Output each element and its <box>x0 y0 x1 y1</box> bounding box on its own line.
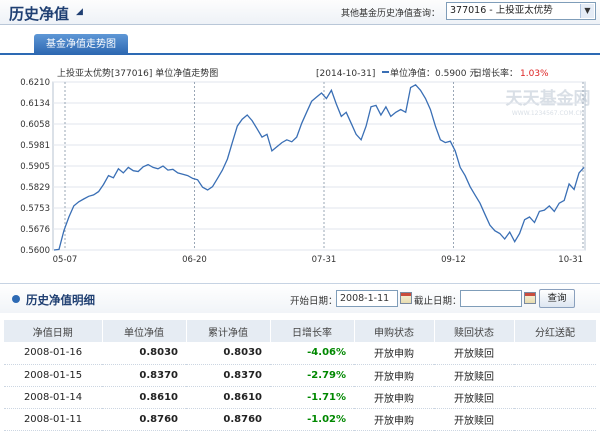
x-axis-ticks: 05-07 06-20 07-31 09-12 10-31 <box>53 255 583 265</box>
watermark-text: 天天基金网 <box>506 88 591 109</box>
y-tick-label: 0.5753 <box>20 204 50 214</box>
cell-dividend <box>514 342 596 365</box>
chart-info-growth-value: 1.03% <box>520 69 549 79</box>
y-tick-label: 0.5600 <box>20 246 50 256</box>
cell-date: 2008-01-16 <box>4 342 102 365</box>
col-header-date: 净值日期 <box>4 320 103 342</box>
col-header-nav: 单位净值 <box>102 320 187 342</box>
cell-growth: -1.71% <box>270 386 354 409</box>
dropdown-arrow-icon[interactable]: ▼ <box>580 4 594 18</box>
nav-history-table: 净值日期 单位净值 累计净值 日增长率 申购状态 赎回状态 分红送配 2008-… <box>4 320 597 431</box>
table-row: 2008-01-11 0.8760 0.8760 -1.02% 开放申购 开放赎… <box>4 408 596 431</box>
cell-dividend <box>514 364 596 387</box>
cell-redeem-status: 开放赎回 <box>434 364 514 387</box>
col-header-redeem-status: 赎回状态 <box>434 320 515 342</box>
chart-info-nav: 单位净值：0.5900 元 <box>390 67 478 79</box>
history-header: 历史净值明细 开始日期： 2008-1-11 截止日期： 查询 <box>0 283 600 313</box>
cell-nav: 0.8030 <box>102 342 186 365</box>
start-date-input[interactable]: 2008-1-11 <box>336 290 398 307</box>
chart-title: 上投亚太优势[377016] 单位净值走势图 <box>57 67 218 79</box>
calendar-icon[interactable] <box>400 292 412 304</box>
end-date-label: 截止日期： <box>414 296 462 307</box>
cell-acc-nav: 0.8760 <box>186 408 270 431</box>
cell-buy-status: 开放申购 <box>354 408 434 431</box>
cell-redeem-status: 开放赎回 <box>434 386 514 409</box>
y-axis-ticks: 0.6210 0.6134 0.6058 0.5981 0.5905 0.5829 0.57… <box>20 78 50 256</box>
cell-dividend <box>514 386 596 409</box>
cell-acc-nav: 0.8370 <box>186 364 270 387</box>
page-title: 历史净值 <box>9 5 70 23</box>
nav-trend-chart: 天天基金网 WWW.1234567.COM.CN 0.6210 0.6134 0.6… <box>0 57 600 272</box>
col-header-buy-status: 申购状态 <box>354 320 435 342</box>
col-header-acc-nav: 累计净值 <box>186 320 271 342</box>
cell-nav: 0.8760 <box>102 408 186 431</box>
cell-acc-nav: 0.8610 <box>186 386 270 409</box>
cell-date: 2008-01-14 <box>4 386 102 409</box>
y-tick-label: 0.6058 <box>20 120 50 130</box>
bullet-icon <box>12 295 20 303</box>
y-tick-label: 0.6134 <box>20 99 50 109</box>
chart-svg: 天天基金网 WWW.1234567.COM.CN 0.62100.61340.6… <box>20 67 591 265</box>
watermark-subtext: WWW.1234567.COM.CN <box>512 110 584 117</box>
y-tick-label: 0.5905 <box>20 162 50 172</box>
cell-nav: 0.8610 <box>102 386 186 409</box>
cell-growth: -4.06% <box>270 342 354 365</box>
table-row: 2008-01-16 0.8030 0.8030 -4.06% 开放申购 开放赎… <box>4 342 596 365</box>
cell-redeem-status: 开放赎回 <box>434 342 514 365</box>
top-header: 历史净值 ◢ 其他基金历史净值查询： 377016 - 上投亚太优势 ▼ <box>0 0 600 25</box>
cell-buy-status: 开放申购 <box>354 364 434 387</box>
tab-nav-chart[interactable]: 基金净值走势图 <box>34 34 128 55</box>
y-tick-label: 0.6210 <box>20 78 50 88</box>
fund-select[interactable]: 377016 - 上投亚太优势 ▼ <box>446 2 596 20</box>
cell-growth: -1.02% <box>270 408 354 431</box>
query-button[interactable]: 查询 <box>539 289 575 308</box>
table-header-row: 净值日期 单位净值 累计净值 日增长率 申购状态 赎回状态 分红送配 <box>4 320 597 342</box>
x-tick-label: 10-31 <box>558 255 583 265</box>
x-tick-label: 09-12 <box>441 255 466 265</box>
y-tick-label: 0.5676 <box>20 225 50 235</box>
cell-nav: 0.8370 <box>102 364 186 387</box>
table-row: 2008-01-14 0.8610 0.8610 -1.71% 开放申购 开放赎… <box>4 386 596 409</box>
chevron-down-icon[interactable]: ◢ <box>76 7 83 17</box>
cell-date: 2008-01-15 <box>4 364 102 387</box>
table-row: 2008-01-15 0.8370 0.8370 -2.79% 开放申购 开放赎… <box>4 364 596 387</box>
fund-nav-page: 历史净值 ◢ 其他基金历史净值查询： 377016 - 上投亚太优势 ▼ 基金净… <box>0 0 600 436</box>
cell-growth: -2.79% <box>270 364 354 387</box>
calendar-icon[interactable] <box>524 292 536 304</box>
y-tick-label: 0.5829 <box>20 183 50 193</box>
tab-bar: 基金净值走势图 <box>0 33 600 55</box>
col-header-dividend: 分红送配 <box>514 320 597 342</box>
cell-acc-nav: 0.8030 <box>186 342 270 365</box>
end-date-input[interactable] <box>460 290 522 307</box>
x-tick-label: 06-20 <box>182 255 207 265</box>
cell-redeem-status: 开放赎回 <box>434 408 514 431</box>
y-tick-label: 0.5981 <box>20 141 50 151</box>
history-title: 历史净值明细 <box>26 293 95 307</box>
cell-dividend <box>514 408 596 431</box>
fund-select-value: 377016 - 上投亚太优势 <box>450 5 553 16</box>
cell-buy-status: 开放申购 <box>354 342 434 365</box>
x-tick-label: 07-31 <box>312 255 337 265</box>
nav-series-line <box>53 83 585 251</box>
x-tick-label: 05-07 <box>53 255 78 265</box>
cell-date: 2008-01-11 <box>4 408 102 431</box>
start-date-label: 开始日期： <box>290 296 338 307</box>
other-fund-label: 其他基金历史净值查询： <box>340 9 440 19</box>
chart-info-growth-label: 日增长率： <box>473 67 518 79</box>
col-header-growth: 日增长率 <box>270 320 355 342</box>
chart-info-date: [2014-10-31] <box>316 69 375 79</box>
cell-buy-status: 开放申购 <box>354 386 434 409</box>
